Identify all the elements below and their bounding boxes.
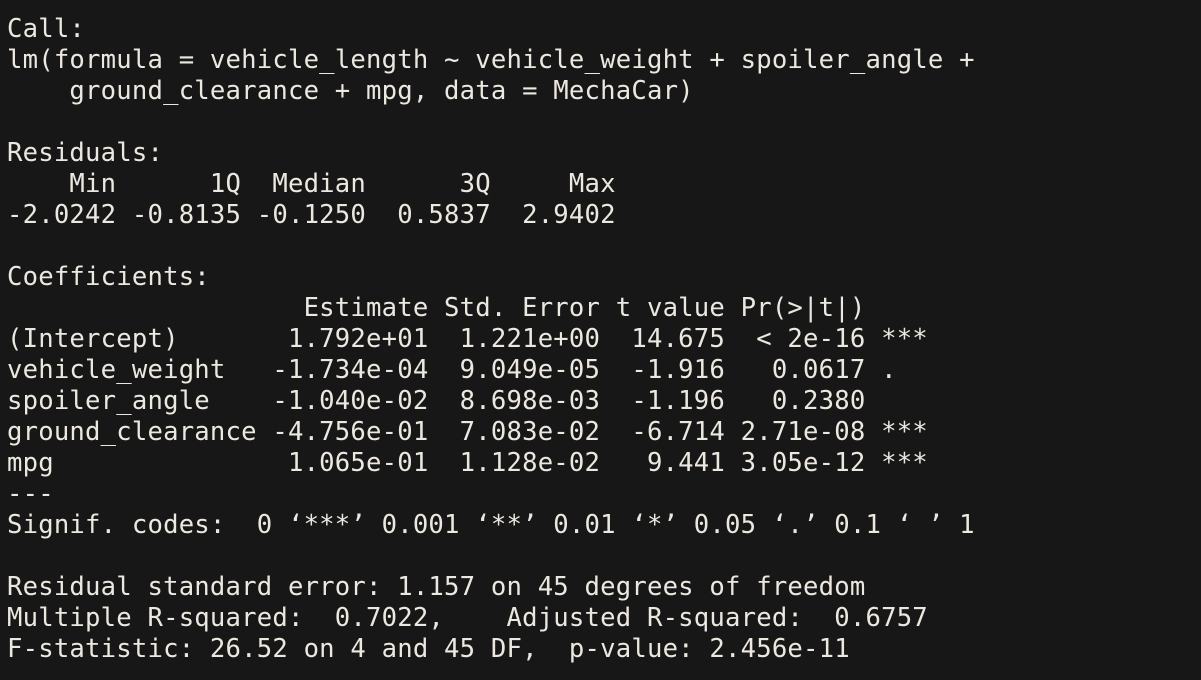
r-squared: Multiple R-squared: 0.7022, Adjusted R-s… <box>7 603 944 633</box>
separator: --- <box>7 479 54 509</box>
coefficients-header: Estimate Std. Error t value Pr(>|t|) <box>7 293 928 323</box>
coefficient-row-intercept: (Intercept) 1.792e+01 1.221e+00 14.675 <… <box>7 324 928 354</box>
call-formula-line-2: ground_clearance + mpg, data = MechaCar) <box>7 76 694 106</box>
coefficient-row-spoiler-angle: spoiler_angle -1.040e-02 8.698e-03 -1.19… <box>7 386 928 416</box>
call-formula-line-1: lm(formula = vehicle_length ~ vehicle_we… <box>7 45 991 75</box>
coefficient-row-mpg: mpg 1.065e-01 1.128e-02 9.441 3.05e-12 *… <box>7 448 928 478</box>
coefficient-row-vehicle-weight: vehicle_weight -1.734e-04 9.049e-05 -1.9… <box>7 355 928 385</box>
coefficients-label: Coefficients: <box>7 262 210 292</box>
residuals-header: Min 1Q Median 3Q Max <box>7 169 632 199</box>
coefficient-row-ground-clearance: ground_clearance -4.756e-01 7.083e-02 -6… <box>7 417 928 447</box>
residuals-values: -2.0242 -0.8135 -0.1250 0.5837 2.9402 <box>7 200 632 230</box>
signif-codes: Signif. codes: 0 ‘***’ 0.001 ‘**’ 0.01 ‘… <box>7 510 975 540</box>
residuals-label: Residuals: <box>7 138 164 168</box>
f-statistic: F-statistic: 26.52 on 4 and 45 DF, p-val… <box>7 634 850 664</box>
call-label: Call: <box>7 14 86 44</box>
residual-standard-error: Residual standard error: 1.157 on 45 deg… <box>7 572 866 602</box>
r-console-output: Call: lm(formula = vehicle_length ~ vehi… <box>0 0 1201 665</box>
